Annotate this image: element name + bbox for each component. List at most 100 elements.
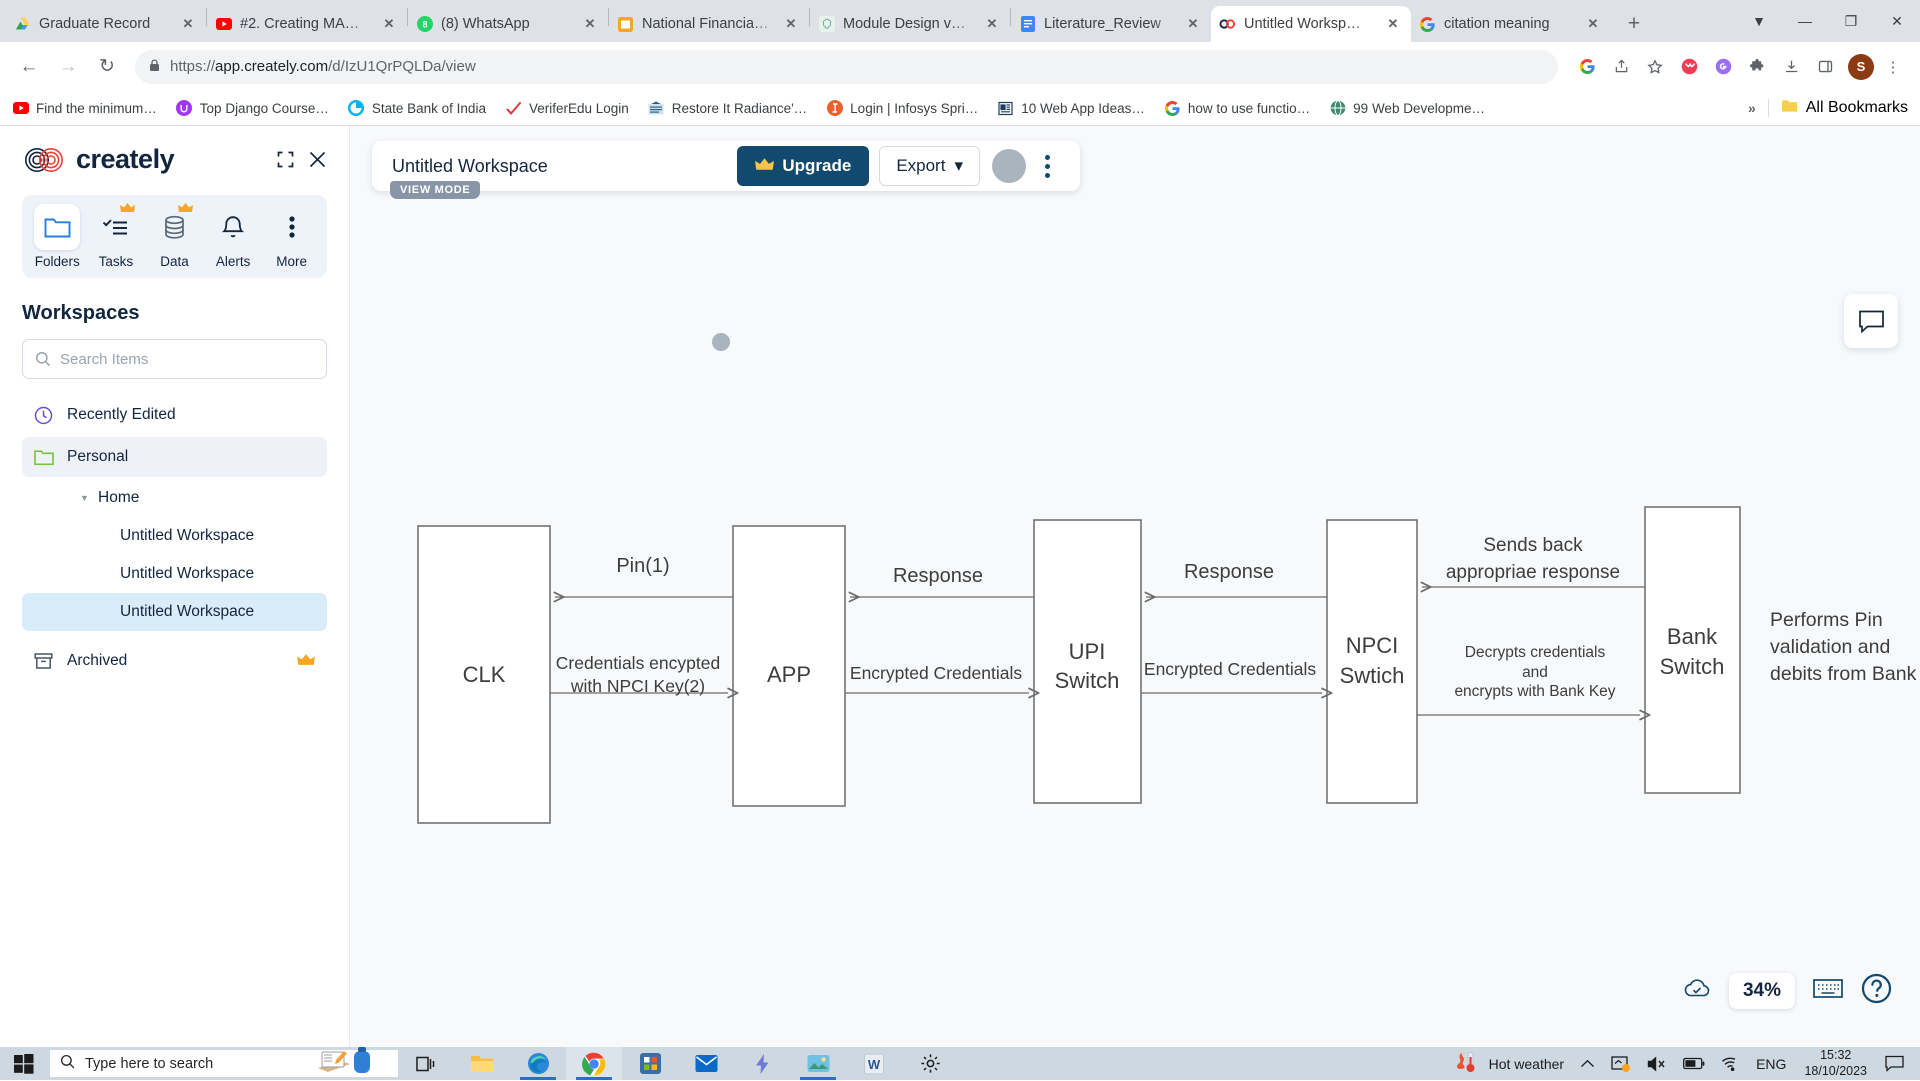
tab-6-active[interactable]: Untitled Worksp… ✕: [1211, 6, 1411, 42]
search-input[interactable]: [60, 351, 314, 368]
tree-workspace-0[interactable]: Untitled Workspace: [22, 517, 327, 555]
search-items-box[interactable]: [22, 339, 327, 379]
zoom-level[interactable]: 34%: [1729, 973, 1795, 1009]
tab-2[interactable]: 8 (8) WhatsApp ✕: [408, 6, 608, 42]
creately-logo-icon: [22, 147, 69, 173]
tab-close-button[interactable]: ✕: [1183, 14, 1203, 34]
bookmark-8[interactable]: 99 Web Developme…: [1329, 100, 1485, 117]
tree-folder-home[interactable]: ▼ Home: [22, 479, 327, 517]
action-center-button[interactable]: [1877, 1055, 1912, 1072]
tab-0[interactable]: Graduate Record ✕: [6, 6, 206, 42]
profile-avatar[interactable]: S: [1848, 54, 1874, 80]
kebab-menu-icon[interactable]: [1034, 155, 1060, 178]
forward-button[interactable]: →: [51, 50, 85, 84]
sidebar-tool-data[interactable]: Data: [145, 204, 203, 269]
new-tab-button[interactable]: +: [1617, 7, 1651, 41]
back-button[interactable]: ←: [12, 50, 46, 84]
all-bookmarks-label[interactable]: All Bookmarks: [1806, 99, 1908, 117]
extensions-puzzle-icon[interactable]: [1742, 52, 1772, 82]
export-button[interactable]: Export ▾: [879, 146, 980, 186]
photos-button[interactable]: [790, 1047, 846, 1080]
settings-button[interactable]: [902, 1047, 958, 1080]
bookmark-0[interactable]: Find the minimum…: [12, 100, 157, 117]
taskbar-search[interactable]: Type here to search: [50, 1050, 398, 1077]
bookmark-5[interactable]: Login | Infosys Spri…: [826, 100, 978, 117]
reload-button[interactable]: ↻: [90, 50, 124, 84]
creately-canvas[interactable]: CLK APP UPI Switch NPCI Swtich Bank Swit…: [350, 126, 1920, 1047]
sidebar-item-archived[interactable]: Archived: [22, 641, 327, 681]
google-lens-icon[interactable]: [1572, 52, 1602, 82]
close-icon[interactable]: [308, 150, 327, 169]
onedrive-status-icon[interactable]: [1603, 1055, 1639, 1073]
tab-4[interactable]: Module Design v… ✕: [810, 6, 1010, 42]
store-button[interactable]: [622, 1047, 678, 1080]
tab-close-button[interactable]: ✕: [781, 14, 801, 34]
keyboard-icon[interactable]: [1813, 978, 1843, 1004]
tab-close-button[interactable]: ✕: [1383, 14, 1403, 34]
bookmark-2[interactable]: State Bank of India: [348, 100, 486, 117]
sidebar-tool-more[interactable]: More: [263, 204, 321, 269]
tab-close-button[interactable]: ✕: [178, 14, 198, 34]
sidebar-tool-label: Tasks: [99, 254, 134, 269]
close-window-button[interactable]: ✕: [1874, 0, 1920, 42]
taskbar-clock[interactable]: 15:32 18/10/2023: [1794, 1048, 1877, 1079]
edge-button[interactable]: [510, 1047, 566, 1080]
tree-workspace-2-active[interactable]: Untitled Workspace: [22, 593, 327, 631]
share-icon[interactable]: [1606, 52, 1636, 82]
show-hidden-icons-button[interactable]: [1572, 1059, 1603, 1069]
word-button[interactable]: W: [846, 1047, 902, 1080]
file-explorer-button[interactable]: [454, 1047, 510, 1080]
lightning-button[interactable]: [734, 1047, 790, 1080]
battery-icon[interactable]: [1675, 1057, 1713, 1070]
mail-button[interactable]: [678, 1047, 734, 1080]
extension-pocket-icon[interactable]: [1674, 52, 1704, 82]
tab-close-button[interactable]: ✕: [982, 14, 1002, 34]
bookmark-4[interactable]: Restore It Radiance'…: [648, 100, 807, 117]
wifi-icon[interactable]: [1713, 1056, 1748, 1071]
bookmark-3[interactable]: VeriferEdu Login: [505, 100, 629, 117]
language-indicator[interactable]: ENG: [1748, 1056, 1794, 1072]
bookmark-7[interactable]: how to use functio…: [1164, 100, 1310, 117]
tab-3[interactable]: National Financia… ✕: [609, 6, 809, 42]
tab-5[interactable]: Literature_Review ✕: [1011, 6, 1211, 42]
tab-search-icon[interactable]: ▼: [1736, 0, 1782, 42]
sidebar-tool-tasks[interactable]: Tasks: [87, 204, 145, 269]
sidebar-tool-folders[interactable]: Folders: [28, 204, 86, 269]
tree-workspace-1[interactable]: Untitled Workspace: [22, 555, 327, 593]
chevron-down-icon[interactable]: ▼: [80, 493, 89, 503]
collaborator-avatar[interactable]: [992, 149, 1026, 183]
tab-close-button[interactable]: ✕: [1583, 14, 1603, 34]
weather-widget[interactable]: Hot weather: [1446, 1051, 1572, 1076]
tab-close-button[interactable]: ✕: [379, 14, 399, 34]
minimize-button[interactable]: —: [1782, 0, 1828, 42]
document-title[interactable]: Untitled Workspace: [392, 156, 737, 177]
whatsapp-icon: 8: [416, 16, 433, 33]
edge-label-pin: Pin(1): [616, 555, 669, 577]
bookmark-1[interactable]: Top Django Course…: [176, 100, 329, 117]
chrome-button[interactable]: [566, 1047, 622, 1080]
expand-icon[interactable]: [277, 151, 294, 168]
task-view-button[interactable]: [398, 1047, 454, 1080]
extension-grammarly-icon[interactable]: [1708, 52, 1738, 82]
chrome-menu-icon[interactable]: ⋮: [1878, 52, 1908, 82]
crown-icon: [297, 653, 315, 670]
comment-button[interactable]: [1844, 294, 1898, 348]
tab-1[interactable]: #2. Creating MA… ✕: [207, 6, 407, 42]
tab-7[interactable]: citation meaning ✕: [1411, 6, 1611, 42]
maximize-button[interactable]: ❐: [1828, 0, 1874, 42]
address-bar[interactable]: https://app.creately.com/d/IzU1QrPQLDa/v…: [135, 50, 1558, 84]
sidebar-tool-alerts[interactable]: Alerts: [204, 204, 262, 269]
bookmark-star-icon[interactable]: [1640, 52, 1670, 82]
tab-close-button[interactable]: ✕: [580, 14, 600, 34]
help-circle-icon[interactable]: [1861, 973, 1892, 1009]
sidebar-item-recently-edited[interactable]: Recently Edited: [22, 395, 327, 435]
upgrade-button[interactable]: Upgrade: [737, 146, 869, 186]
bookmark-6[interactable]: 10 Web App Ideas…: [997, 100, 1145, 117]
creately-logo: creately: [22, 144, 174, 175]
bookmarks-overflow-button[interactable]: »: [1748, 100, 1756, 116]
sidebar-item-personal[interactable]: Personal: [22, 437, 327, 477]
downloads-icon[interactable]: [1776, 52, 1806, 82]
volume-muted-icon[interactable]: [1639, 1056, 1675, 1072]
sidepanel-icon[interactable]: [1810, 52, 1840, 82]
start-button[interactable]: [0, 1047, 48, 1080]
